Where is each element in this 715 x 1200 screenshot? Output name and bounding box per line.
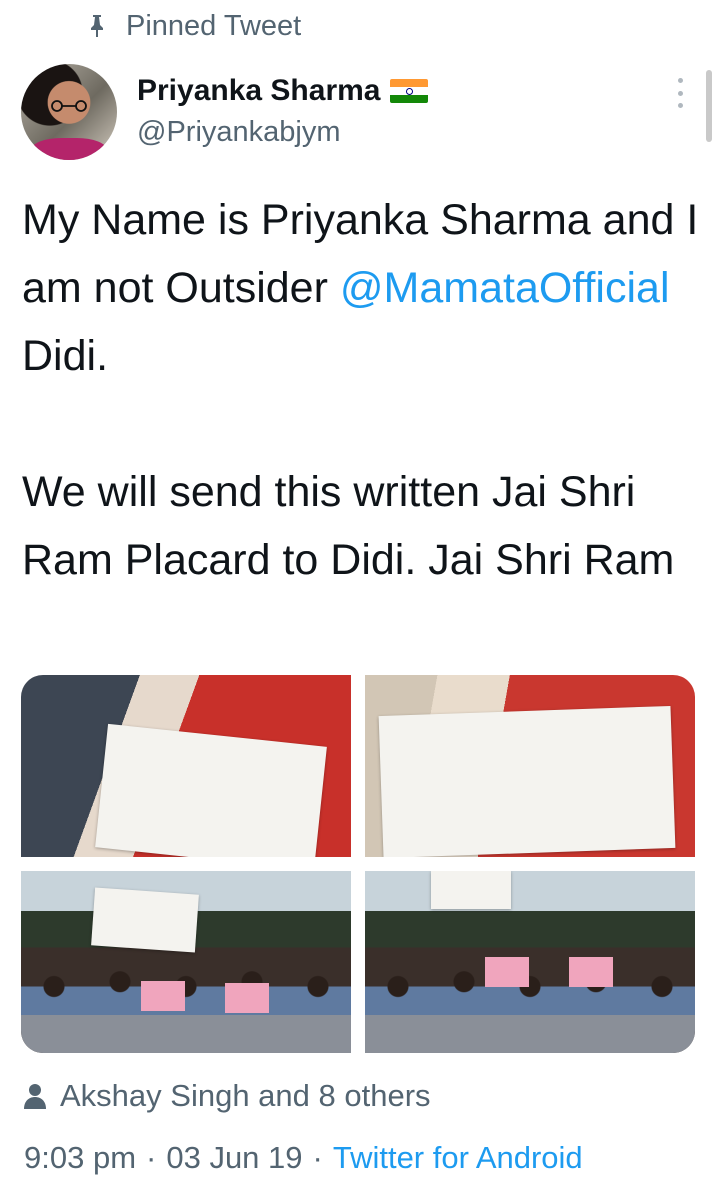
tweet-source-link[interactable]: Twitter for Android	[333, 1140, 583, 1176]
tweet-text: My Name is Priyanka Sharma and I am not …	[22, 186, 702, 594]
separator: ·	[146, 1140, 157, 1175]
tweet-text-part: Didi. We will send this written Jai Shri…	[22, 332, 675, 584]
person-icon	[24, 1084, 46, 1109]
tweet-time: 9:03 pm	[24, 1140, 137, 1175]
tweet-photo-2[interactable]	[365, 675, 695, 857]
display-name[interactable]: Priyanka Sharma	[137, 74, 380, 108]
tweet-photo-1[interactable]	[21, 675, 351, 857]
liked-by-row[interactable]: Akshay Singh and 8 others	[24, 1078, 431, 1114]
tweet-photo-3[interactable]	[21, 871, 351, 1053]
user-handle[interactable]: @Priyankabjym	[137, 116, 341, 149]
tweet-timestamp: 9:03 pm · 03 Jun 19 · Twitter for Androi…	[24, 1140, 583, 1176]
more-options-icon[interactable]	[670, 78, 690, 108]
pin-icon	[90, 15, 104, 37]
india-flag-icon	[390, 79, 429, 103]
scrollbar[interactable]	[706, 70, 712, 142]
tweet-date: 03 Jun 19	[166, 1140, 303, 1175]
tweet-photo-4[interactable]	[365, 871, 695, 1053]
liked-by-text: Akshay Singh and 8 others	[60, 1078, 431, 1113]
media-grid	[21, 675, 695, 1053]
avatar[interactable]	[21, 64, 117, 160]
pinned-text: Pinned Tweet	[126, 9, 302, 42]
mention-link[interactable]: @MamataOfficial	[340, 264, 670, 312]
separator: ·	[312, 1140, 323, 1175]
pinned-tweet-label: Pinned Tweet	[90, 6, 301, 46]
